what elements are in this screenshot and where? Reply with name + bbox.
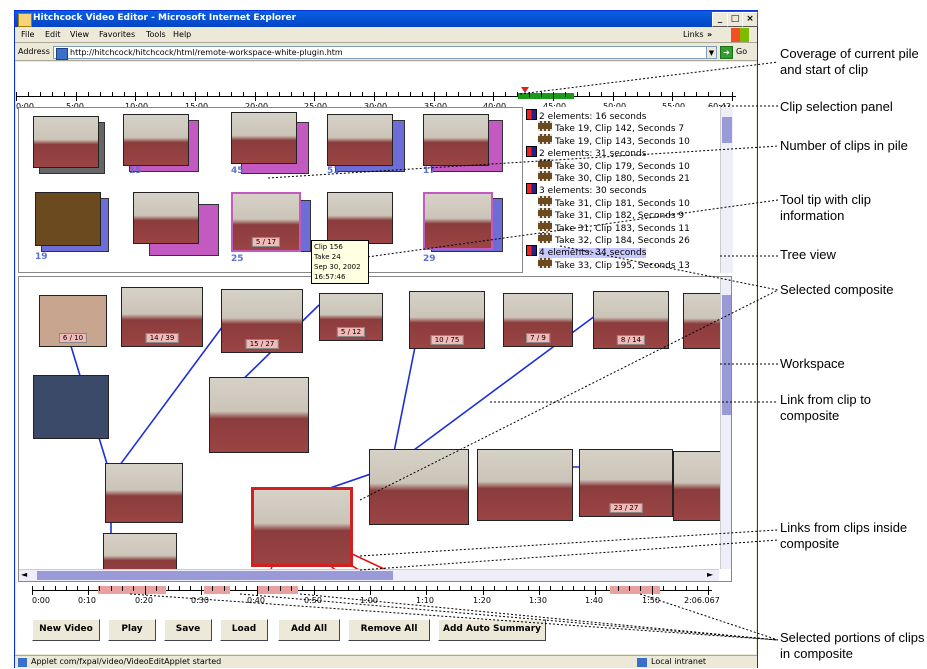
annotation-tree-view: Tree view [780,247,836,262]
annotation-link: Link from clip to composite [780,392,872,423]
clip-tooltip: Clip 156 Take 24 Sep 30, 2002 16:57:46 [311,240,369,284]
annotation-number-of-clips: Number of clips in pile [780,138,908,153]
tooltip-take: Take 24 [314,253,341,261]
tooltip-time: 16:57:46 [314,273,346,281]
annotation-tooltip: Tool tip with clip information [780,192,872,223]
annotation-coverage: Coverage of current pile and start of cl… [780,46,919,77]
annotation-workspace: Workspace [780,356,845,371]
annotation-clip-selection: Clip selection panel [780,99,893,114]
annotation-selected-portions: Selected portions of clips in composite [780,630,925,661]
annotation-links-inside: Links from clips inside composite [780,520,908,551]
tooltip-clip: Clip 156 [314,243,343,251]
tooltip-date: Sep 30, 2002 [314,263,361,271]
annotation-selected-composite: Selected composite [780,282,894,297]
